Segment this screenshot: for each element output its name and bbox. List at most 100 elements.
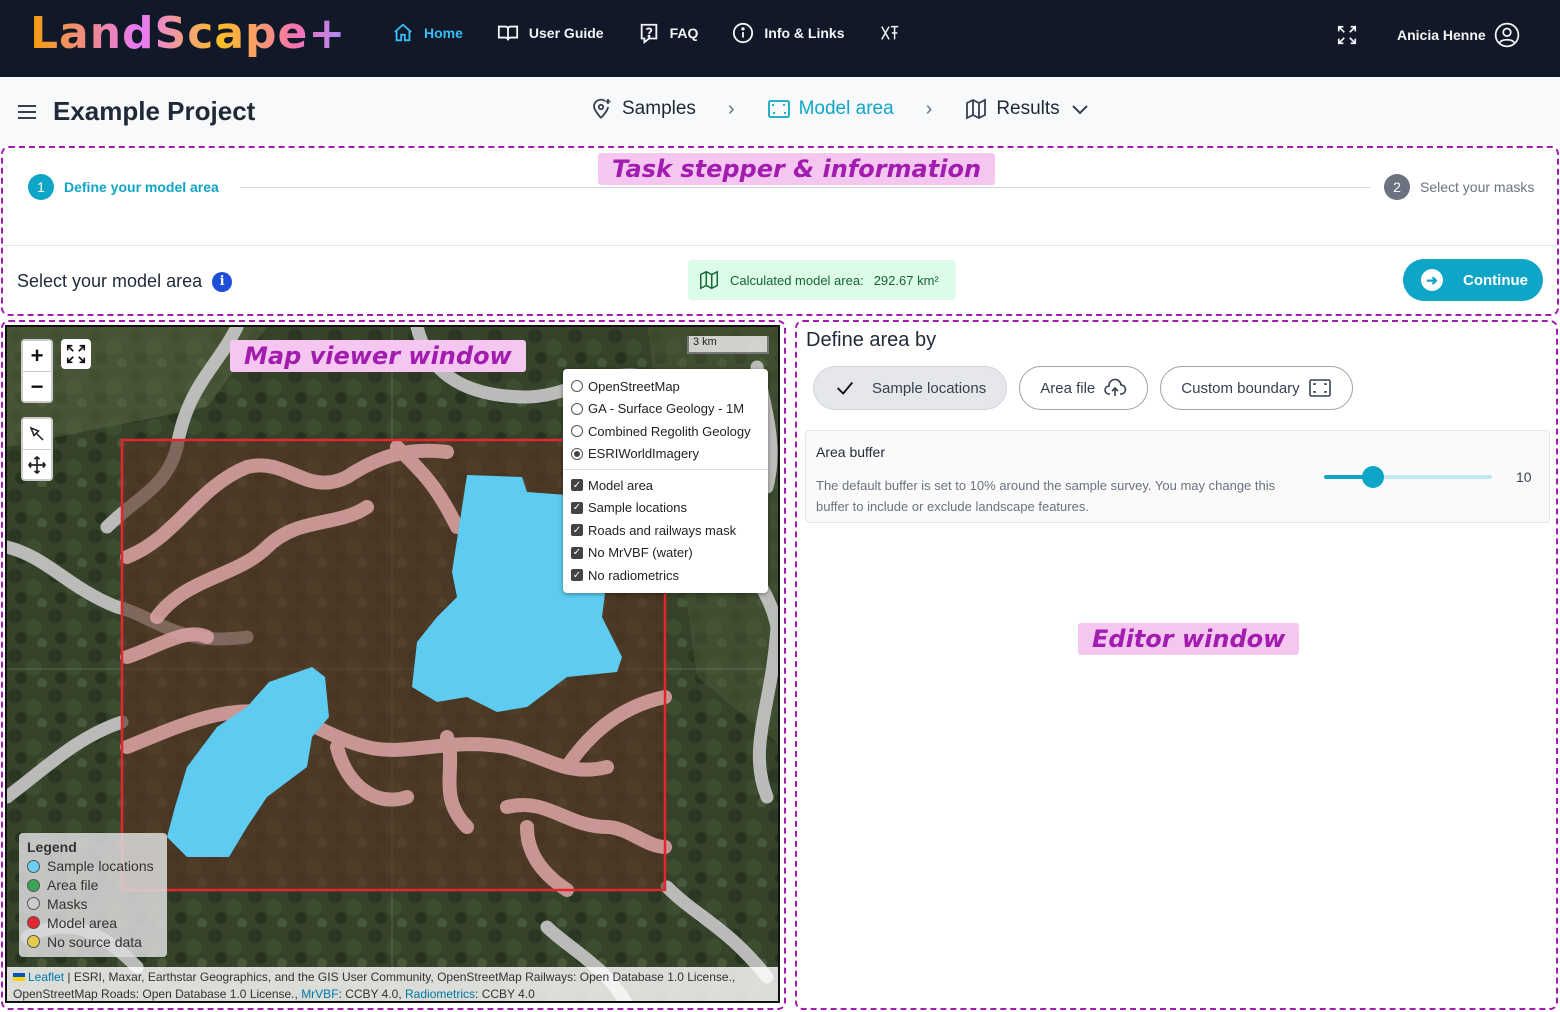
base-layer-ga-geology[interactable]: GA - Surface Geology - 1M (571, 398, 760, 421)
overlay-model-area[interactable]: ✓ Model area (571, 474, 760, 497)
nav-info-links[interactable]: Info & Links (732, 22, 845, 44)
leaflet-link[interactable]: Leaflet (28, 970, 64, 984)
crumb-samples[interactable]: Samples (590, 97, 696, 121)
chevron-right-icon: › (727, 97, 735, 120)
zoom-control: + − (21, 339, 53, 403)
legend-swatch (27, 859, 40, 873)
crumb-samples-label: Samples (622, 98, 696, 119)
fullscreen-icon[interactable] (1336, 24, 1358, 46)
project-title: Example Project (53, 96, 256, 126)
slider-thumb[interactable] (1361, 466, 1384, 488)
base-layer-label: OpenStreetMap (588, 378, 680, 394)
overlay-label: Roads and railways mask (588, 522, 737, 538)
info-icon[interactable]: i (212, 271, 233, 292)
zoom-in-button[interactable]: + (23, 341, 51, 371)
legend-item: No source data (27, 932, 159, 951)
map-viewer[interactable]: + − 3 km OpenStreetMap GA - Surface Geol… (5, 325, 780, 1003)
legend-label: Masks (47, 895, 88, 912)
step-1[interactable]: 1 Define your model area (28, 174, 219, 200)
step-1-label: Define your model area (64, 179, 219, 195)
map-icon (700, 270, 718, 290)
checkbox-checked-icon: ✓ (571, 524, 583, 537)
stepper-divider (2, 245, 1558, 246)
legend-label: No source data (47, 933, 142, 950)
base-layer-esri[interactable]: ESRIWorldImagery (571, 443, 760, 466)
map-scale: 3 km (687, 336, 769, 354)
continue-label: Continue (1463, 271, 1528, 289)
menu-icon[interactable] (18, 105, 36, 119)
option-label: Sample locations (872, 379, 987, 397)
step-2[interactable]: 2 Select your masks (1382, 174, 1535, 200)
continue-button[interactable]: ➜ Continue (1403, 259, 1543, 301)
legend-swatch (27, 935, 40, 949)
crumb-model-area-label: Model area (798, 98, 894, 119)
base-layer-label: Combined Regolith Geology (588, 423, 751, 439)
checkbox-checked-icon: ✓ (571, 501, 583, 514)
nav-xr[interactable] (879, 22, 901, 44)
location-pin-icon (593, 98, 611, 119)
legend-swatch (27, 916, 40, 930)
radio-icon (571, 380, 583, 393)
nav-user-guide-label: User Guide (528, 25, 604, 41)
nav-faq[interactable]: FAQ (638, 22, 699, 44)
area-buffer-value: 10 (1516, 469, 1532, 485)
base-layer-regolith[interactable]: Combined Regolith Geology (571, 420, 760, 443)
pan-tool-button[interactable] (23, 449, 51, 479)
base-layer-osm[interactable]: OpenStreetMap (571, 375, 760, 398)
overlay-sample-locations[interactable]: ✓ Sample locations (571, 497, 760, 520)
chevron-right-icon: › (925, 97, 933, 120)
boundary-icon (1308, 379, 1331, 397)
stepper-annotation-label: Task stepper & information (598, 153, 996, 185)
project-bar: Example Project Samples › Model area › R… (0, 77, 1560, 145)
legend-label: Model area (47, 914, 118, 931)
nav-user-guide[interactable]: User Guide (497, 22, 604, 44)
zoom-out-button[interactable]: − (23, 371, 51, 401)
workflow-breadcrumb: Samples › Model area › Results (590, 97, 1092, 121)
question-icon (640, 23, 657, 44)
stepper-connector (240, 187, 1370, 188)
area-buffer-slider[interactable] (1324, 466, 1492, 488)
option-area-file[interactable]: Area file (1019, 366, 1149, 410)
user-menu[interactable]: Anicia Henne (1397, 22, 1520, 48)
map-icon (966, 98, 987, 120)
crumb-model-area[interactable]: Model area (767, 97, 894, 121)
option-label: Area file (1040, 379, 1096, 397)
select-model-area-text: Select your model area (17, 271, 203, 291)
editor-annotation-box (795, 320, 1558, 1010)
xr-icon (880, 25, 898, 40)
option-sample-locations[interactable]: Sample locations (813, 366, 1008, 410)
overlay-no-radiometrics[interactable]: ✓ No radiometrics (571, 564, 760, 587)
nav-home-label: Home (424, 25, 463, 41)
overlay-label: No radiometrics (588, 567, 680, 583)
area-buffer-card: Area buffer The default buffer is set to… (805, 430, 1550, 523)
nav-info-links-label: Info & Links (764, 25, 845, 41)
map-fullscreen-button[interactable] (61, 339, 91, 369)
legend-title: Legend (27, 839, 77, 855)
calculated-area-label: Calculated model area: (730, 272, 864, 288)
legend-label: Sample locations (47, 858, 154, 875)
crumb-results[interactable]: Results (964, 97, 1091, 121)
overlay-label: Sample locations (588, 500, 687, 516)
step-1-number: 1 (28, 174, 54, 200)
move-icon (28, 455, 46, 474)
nav-home[interactable]: Home (392, 22, 463, 44)
radiometrics-link[interactable]: Radiometrics (405, 987, 475, 1001)
option-custom-boundary[interactable]: Custom boundary (1160, 366, 1353, 410)
select-model-area-heading: Select your model area i (17, 271, 233, 292)
attribution-text: : CCBY 4.0, (338, 987, 402, 1001)
map-attribution: Leaflet | ESRI, Maxar, Earthstar Geograp… (7, 967, 778, 1001)
overlay-label: No MrVBF (water) (588, 545, 693, 561)
top-navbar: LandScape+ Home User Guide FAQ Info & Li… (0, 0, 1560, 77)
overlay-roads-mask[interactable]: ✓ Roads and railways mask (571, 519, 760, 542)
edit-tool-button[interactable] (23, 419, 51, 449)
chevron-down-icon (1071, 105, 1088, 115)
attribution-text: | ESRI, Maxar, Earthstar Geographics, an… (64, 970, 736, 984)
mrvbf-link[interactable]: MrVBF (301, 987, 338, 1001)
nav-faq-label: FAQ (669, 25, 699, 41)
checkbox-checked-icon: ✓ (571, 569, 583, 582)
overlay-no-mrvbf[interactable]: ✓ No MrVBF (water) (571, 542, 760, 565)
map-tools (21, 417, 53, 481)
app-logo[interactable]: LandScape+ (30, 8, 346, 59)
user-name: Anicia Henne (1397, 27, 1486, 43)
layer-divider (563, 469, 768, 470)
